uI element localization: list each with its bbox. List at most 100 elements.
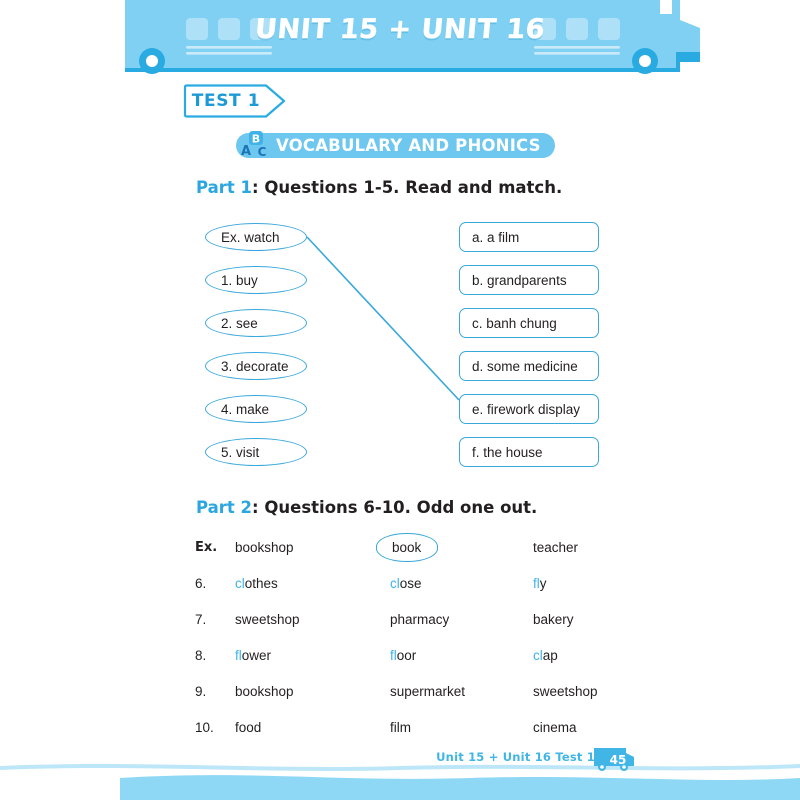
match-left-item-label: 4. make: [221, 401, 270, 417]
phonics-highlight: fl: [235, 648, 242, 663]
odd-one-out-option[interactable]: close: [390, 576, 422, 591]
match-right-item[interactable]: c. banh chung: [459, 308, 599, 338]
footer-label: Unit 15 + Unit 16 Test 1: [436, 750, 595, 764]
part2-heading: Part 2: Questions 6-10. Odd one out.: [196, 498, 537, 517]
match-right-item[interactable]: f. the house: [459, 437, 599, 467]
match-right-item-label: c. banh chung: [472, 315, 557, 331]
match-right-item[interactable]: d. some medicine: [459, 351, 599, 381]
option-text: film: [390, 720, 411, 735]
odd-one-out-row: 9. bookshop supermarket sweetshop: [0, 684, 800, 706]
part1-heading: Part 1: Questions 1-5. Read and match.: [196, 178, 562, 197]
match-right-item-label: e. firework display: [472, 401, 581, 417]
footer-wave: [0, 764, 800, 800]
match-right-item[interactable]: a. a film: [459, 222, 599, 252]
match-left-item[interactable]: 5. visit: [205, 438, 307, 466]
row-number: 6.: [195, 576, 207, 591]
odd-one-out-option[interactable]: bakery: [533, 612, 574, 627]
option-text: teacher: [533, 540, 578, 555]
phonics-highlight: fl: [533, 576, 540, 591]
odd-one-out-option[interactable]: sweetshop: [235, 612, 300, 627]
match-left-item-label: 1. buy: [221, 272, 258, 288]
match-left-item-label: 2. see: [221, 315, 258, 331]
odd-one-out-option[interactable]: clap: [533, 648, 558, 663]
odd-one-out-option[interactable]: clothes: [235, 576, 278, 591]
odd-one-out-option[interactable]: fly: [533, 576, 547, 591]
option-rest: ose: [399, 576, 422, 591]
part2-label: Part 2: [196, 498, 253, 517]
option-text: clap: [533, 648, 558, 663]
option-rest: bakery: [533, 612, 574, 627]
section-title: VOCABULARY AND PHONICS: [276, 136, 541, 155]
odd-one-out-option[interactable]: pharmacy: [390, 612, 449, 627]
match-left-item[interactable]: 3. decorate: [205, 352, 307, 380]
row-number: 9.: [195, 684, 207, 699]
school-bus-icon: [125, 0, 700, 74]
match-right-item[interactable]: b. grandparents: [459, 265, 599, 295]
odd-one-out-option[interactable]: sweetshop: [533, 684, 598, 699]
option-rest: bookshop: [235, 684, 294, 699]
match-left-item[interactable]: Ex. watch: [205, 223, 307, 251]
option-rest: y: [539, 576, 547, 591]
match-connection-line: [306, 236, 460, 401]
section-banner: B A C VOCABULARY AND PHONICS: [236, 131, 555, 159]
match-left-item[interactable]: 4. make: [205, 395, 307, 423]
svg-text:C: C: [258, 145, 267, 159]
header-bus-banner: UNIT 15 + UNIT 16: [0, 0, 800, 90]
abc-blocks-icon: B A C: [241, 131, 267, 159]
option-rest: bookshop: [235, 540, 294, 555]
phonics-highlight: cl: [533, 648, 543, 663]
odd-one-out-option[interactable]: cinema: [533, 720, 577, 735]
option-text: sweetshop: [235, 612, 300, 627]
option-rest: supermarket: [390, 684, 466, 699]
odd-one-out-option[interactable]: flower: [235, 648, 271, 663]
odd-one-out-option[interactable]: supermarket: [390, 684, 465, 699]
odd-one-out-option[interactable]: floor: [390, 648, 416, 663]
odd-one-out-row: 8. flower floor clap: [0, 648, 800, 670]
option-text: flower: [235, 648, 271, 663]
part2-heading-rest: : Questions 6-10. Odd one out.: [252, 498, 538, 517]
match-right-item-label: b. grandparents: [472, 272, 567, 288]
option-text: bakery: [533, 612, 574, 627]
odd-one-out-option[interactable]: teacher: [533, 540, 578, 555]
odd-one-out-row: 7. sweetshop pharmacy bakery: [0, 612, 800, 634]
option-text: book: [376, 533, 438, 562]
part1-heading-rest: : Questions 1-5. Read and match.: [252, 178, 563, 197]
test-badge: TEST 1: [180, 84, 288, 118]
match-left-item-label: 3. decorate: [221, 358, 289, 374]
odd-one-out-option[interactable]: bookshop: [235, 684, 294, 699]
option-rest: ower: [241, 648, 272, 663]
option-text: bookshop: [235, 684, 294, 699]
svg-text:A: A: [241, 144, 251, 159]
option-text: food: [235, 720, 261, 735]
option-rest: cinema: [533, 720, 577, 735]
option-text: fly: [533, 576, 547, 591]
match-left-item[interactable]: 1. buy: [205, 266, 307, 294]
option-rest: film: [390, 720, 411, 735]
match-left-item-label: Ex. watch: [221, 229, 280, 245]
test-badge-label: TEST 1: [191, 91, 261, 111]
match-right-item-label: f. the house: [472, 444, 543, 460]
page-number: 45: [609, 753, 627, 767]
option-rest: book: [392, 540, 422, 555]
row-number: 7.: [195, 612, 207, 627]
match-right-item[interactable]: e. firework display: [459, 394, 599, 424]
option-rest: othes: [244, 576, 278, 591]
phonics-highlight: fl: [390, 648, 397, 663]
option-text: clothes: [235, 576, 278, 591]
option-text: bookshop: [235, 540, 294, 555]
match-right-item-label: d. some medicine: [472, 358, 578, 374]
option-rest: pharmacy: [390, 612, 450, 627]
phonics-highlight: cl: [235, 576, 245, 591]
option-rest: oor: [396, 648, 417, 663]
odd-one-out-option[interactable]: bookshop: [235, 540, 294, 555]
svg-text:B: B: [252, 133, 260, 146]
phonics-highlight: cl: [390, 576, 400, 591]
row-number: Ex.: [195, 540, 218, 555]
odd-one-out-option[interactable]: book: [376, 533, 438, 562]
odd-one-out-option[interactable]: film: [390, 720, 411, 735]
row-number: 10.: [195, 720, 214, 735]
option-rest: sweetshop: [235, 612, 300, 627]
match-left-item[interactable]: 2. see: [205, 309, 307, 337]
odd-one-out-option[interactable]: food: [235, 720, 261, 735]
option-rest: food: [235, 720, 262, 735]
